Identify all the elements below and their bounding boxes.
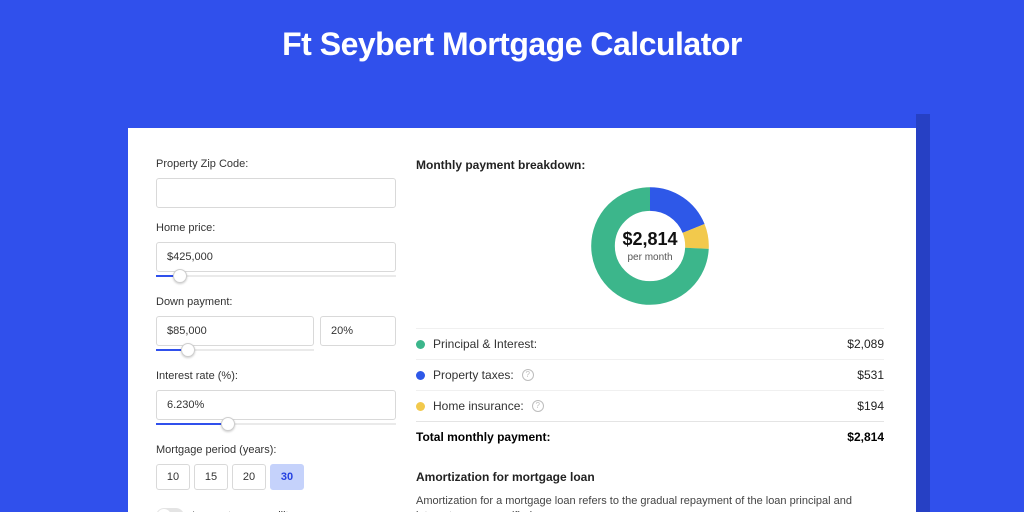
rate-slider[interactable]	[156, 418, 396, 430]
period-label: Mortgage period (years):	[156, 444, 396, 456]
total-row: Total monthly payment: $2,814	[416, 421, 884, 452]
period-option-30[interactable]: 30	[270, 464, 304, 490]
period-option-20[interactable]: 20	[232, 464, 266, 490]
period-field-group: Mortgage period (years): 10152030	[156, 444, 396, 490]
veteran-toggle[interactable]	[156, 508, 184, 512]
zip-label: Property Zip Code:	[156, 158, 396, 170]
legend-amount-principal: $2,089	[847, 337, 884, 351]
legend-amount-taxes: $531	[857, 368, 884, 382]
legend-label-taxes: Property taxes:	[433, 368, 514, 382]
amortization-text: Amortization for a mortgage loan refers …	[416, 494, 884, 512]
period-option-10[interactable]: 10	[156, 464, 190, 490]
zip-input[interactable]	[156, 178, 396, 208]
down-payment-amount-input[interactable]	[156, 316, 314, 346]
total-amount: $2,814	[847, 430, 884, 444]
rate-input[interactable]	[156, 390, 396, 420]
down-payment-field-group: Down payment:	[156, 296, 396, 356]
donut-amount: $2,814	[622, 229, 677, 250]
legend-row-taxes: Property taxes:? $531	[416, 359, 884, 390]
breakdown-title: Monthly payment breakdown:	[416, 158, 884, 172]
info-icon[interactable]: ?	[532, 400, 544, 412]
info-icon[interactable]: ?	[522, 369, 534, 381]
rate-label: Interest rate (%):	[156, 370, 396, 382]
page-title: Ft Seybert Mortgage Calculator	[0, 0, 1024, 81]
amortization-title: Amortization for mortgage loan	[416, 470, 884, 484]
veteran-toggle-row: I am veteran or military	[156, 508, 396, 512]
rate-field-group: Interest rate (%):	[156, 370, 396, 430]
card-shadow	[916, 114, 930, 512]
total-label: Total monthly payment:	[416, 430, 550, 444]
breakdown-column: Monthly payment breakdown: $2,814 per mo…	[396, 158, 884, 512]
donut-chart-wrap: $2,814 per month	[416, 184, 884, 308]
calculator-card: Property Zip Code: Home price: Down paym…	[128, 128, 916, 512]
down-payment-percent-input[interactable]	[320, 316, 396, 346]
legend-amount-insurance: $194	[857, 399, 884, 413]
price-field-group: Home price:	[156, 222, 396, 282]
form-column: Property Zip Code: Home price: Down paym…	[156, 158, 396, 512]
legend-label-insurance: Home insurance:	[433, 399, 524, 413]
insurance-legend-dot-icon	[416, 402, 425, 411]
down-payment-label: Down payment:	[156, 296, 396, 308]
donut-sublabel: per month	[627, 252, 672, 263]
taxes-legend-dot-icon	[416, 371, 425, 380]
price-slider[interactable]	[156, 270, 396, 282]
price-input[interactable]	[156, 242, 396, 272]
donut-chart: $2,814 per month	[588, 184, 712, 308]
down-payment-slider[interactable]	[156, 344, 314, 356]
period-option-15[interactable]: 15	[194, 464, 228, 490]
zip-field-group: Property Zip Code:	[156, 158, 396, 208]
legend-row-principal: Principal & Interest: $2,089	[416, 328, 884, 359]
price-label: Home price:	[156, 222, 396, 234]
principal-legend-dot-icon	[416, 340, 425, 349]
legend-label-principal: Principal & Interest:	[433, 337, 537, 351]
legend-row-insurance: Home insurance:? $194	[416, 390, 884, 421]
